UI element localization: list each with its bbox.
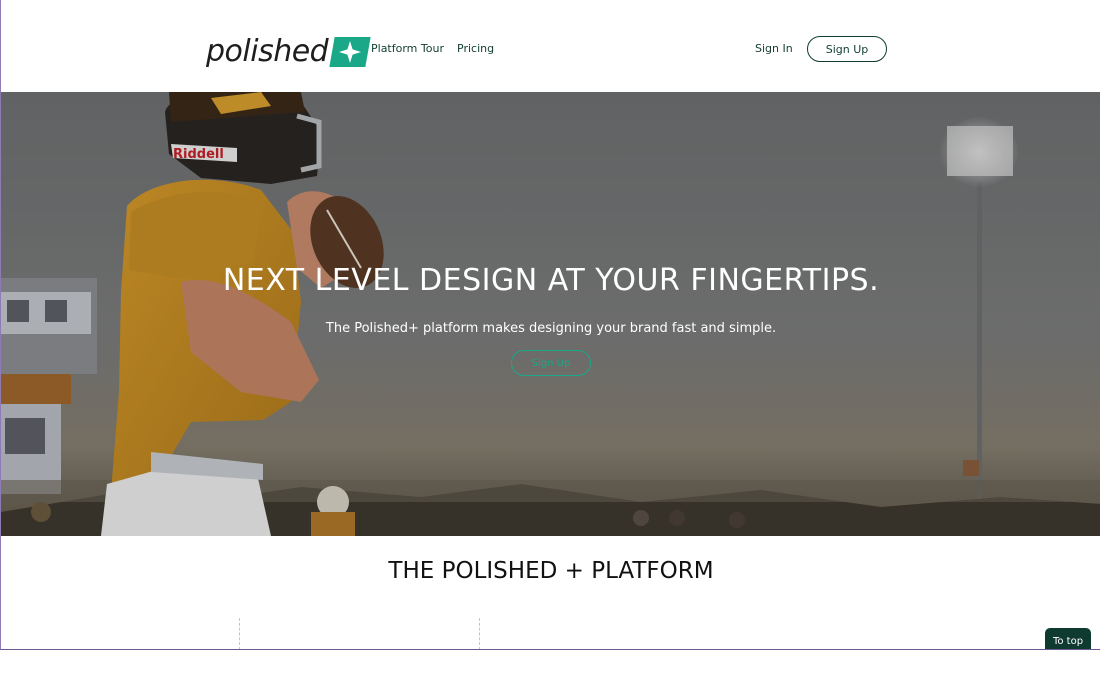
browser-viewport: polished Platform Tour Pricing Sign In S… (0, 0, 1100, 650)
nav-link-pricing[interactable]: Pricing (457, 42, 494, 56)
sign-up-button[interactable]: Sign Up (807, 36, 887, 62)
sparkle-plus-icon (329, 37, 371, 67)
hero-subtitle: The Polished+ platform makes designing y… (325, 321, 777, 336)
hero-sign-up-button[interactable]: Sign Up (511, 350, 591, 376)
page: polished Platform Tour Pricing Sign In S… (0, 0, 1100, 680)
hero-background-image: Riddell (1, 92, 1100, 536)
to-top-button[interactable]: To top (1045, 628, 1091, 649)
hero-section: Riddell NEXT LEVEL DESIGN AT YOUR FINGER… (1, 92, 1100, 536)
sign-in-link[interactable]: Sign In (755, 42, 793, 56)
hero-title: NEXT LEVEL DESIGN AT YOUR FINGERTIPS. (222, 263, 880, 298)
platform-section-title: THE POLISHED + PLATFORM (388, 558, 714, 584)
column-divider (479, 618, 480, 649)
logo-wordmark: polished (206, 34, 329, 69)
nav-link-platform-tour[interactable]: Platform Tour (371, 42, 444, 56)
top-navbar: polished Platform Tour Pricing Sign In S… (1, 0, 1100, 92)
logo[interactable]: polished (206, 34, 371, 70)
column-divider (239, 618, 240, 649)
